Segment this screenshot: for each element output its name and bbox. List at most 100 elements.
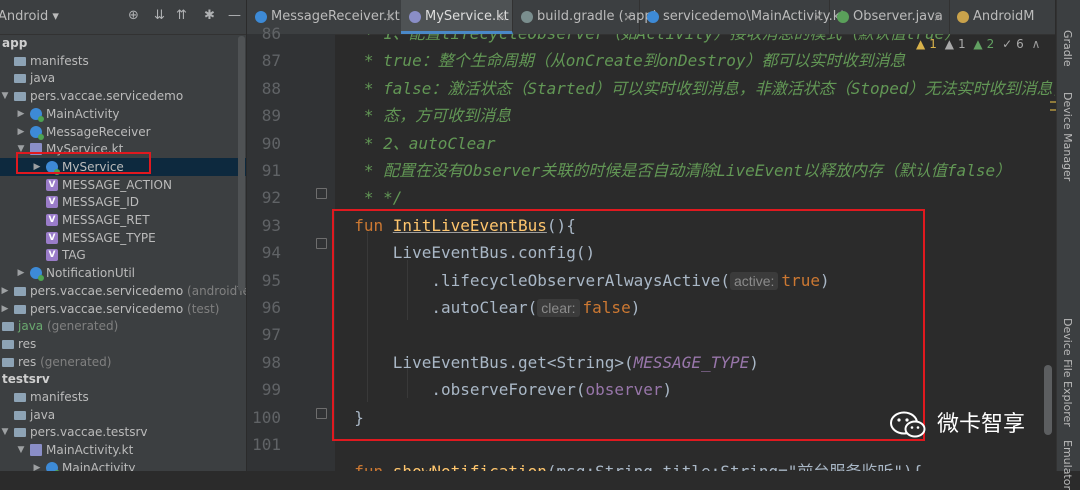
tree-item-label: MESSAGE_ACTION [62, 177, 172, 192]
chevron-down-icon[interactable]: ▼ [16, 441, 26, 459]
gear-icon[interactable]: ✱ [204, 8, 215, 24]
tree-item[interactable]: ▶ MessageReceiver [0, 123, 246, 141]
tree-item[interactable]: testsrv [0, 370, 246, 388]
tree-item-label: TAG [62, 248, 86, 263]
kotlin-file-icon [409, 11, 421, 23]
chevron-down-icon[interactable]: ▼ [0, 87, 10, 105]
fold-marker-icon[interactable] [316, 237, 327, 249]
editor-tabs: MessageReceiver.kt × MyService.kt × build.gr… [247, 0, 1055, 35]
editor-tab[interactable]: servicedemo\MainActivity.kt × [639, 0, 845, 34]
chevron-up-icon[interactable]: ∧ [1032, 37, 1041, 51]
tree-item[interactable]: ▼ pers.vaccae.testsrv [0, 423, 246, 441]
line-number: 86 [261, 24, 281, 43]
expand-all-icon[interactable]: ⇈ [176, 8, 187, 24]
tool-window-emulator[interactable]: Emulator [1061, 440, 1074, 490]
line-number: 95 [261, 270, 281, 290]
kotlin-class-icon [46, 461, 60, 471]
kotlin-class-icon [30, 267, 44, 282]
tree-item[interactable]: V MESSAGE_ID [0, 193, 246, 211]
line-number: 94 [261, 243, 281, 263]
highlight-box-init-function [332, 209, 925, 441]
line-number: 91 [261, 161, 281, 180]
tree-item[interactable]: manifests [0, 52, 246, 70]
editor-tab[interactable]: build.gradle (:app) × [513, 0, 658, 34]
tree-item[interactable]: V TAG [0, 246, 246, 264]
project-view-selector[interactable]: Android ▾ [0, 9, 59, 24]
tree-item[interactable]: ▶ pers.vaccae.servicedemo (test) [0, 300, 246, 318]
tree-item[interactable]: V MESSAGE_TYPE [0, 229, 246, 247]
line-number: 88 [261, 78, 281, 98]
close-icon[interactable]: × [497, 0, 507, 34]
globe-icon[interactable]: ⊕ [128, 8, 139, 24]
editor-tab[interactable]: Observer.java × [829, 0, 950, 34]
tree-item[interactable]: ▼ pers.vaccae.servicedemo [0, 87, 246, 105]
folder-icon [14, 393, 26, 402]
editor-scrollbar-thumb[interactable] [1044, 365, 1052, 435]
inspection-widget[interactable]: ▲ 1 ▲ 1 ▲ 2 ✓ 6 ∧ [916, 34, 1056, 54]
folder-icon [14, 410, 26, 420]
android-file-icon [957, 11, 969, 23]
tree-item-label: MESSAGE_ID [62, 195, 140, 210]
chevron-right-icon[interactable]: ▶ [0, 282, 10, 300]
fold-marker-icon[interactable] [316, 188, 327, 200]
collapse-all-icon[interactable]: ⇊ [154, 8, 165, 24]
tool-window-device-file-explorer[interactable]: Device File Explorer [1061, 318, 1074, 427]
kotlin-file-icon [30, 444, 42, 457]
tree-item[interactable]: ▶ MainActivity [0, 105, 246, 123]
weak-warning-icon: ▲ [916, 37, 926, 51]
editor-tab[interactable]: MyService.kt × [401, 0, 513, 34]
tree-item[interactable]: manifests [0, 388, 246, 406]
tree-item-label: MainActivity [46, 106, 120, 121]
editor-tab-label: AndroidM [973, 9, 1035, 24]
warning-icon: ▲ [944, 37, 954, 51]
property-icon: V [46, 178, 58, 191]
tree-item[interactable]: ▶ NotificationUtil [0, 264, 246, 282]
tree-item[interactable]: V MESSAGE_RET [0, 211, 246, 229]
gradle-elephant-icon [521, 11, 533, 23]
tree-item[interactable]: ▼ MainActivity.kt [0, 441, 246, 459]
line-number: 98 [261, 352, 281, 372]
editor-tab[interactable]: AndroidM [949, 0, 1055, 34]
property-icon: V [46, 249, 58, 262]
tree-item[interactable]: java [0, 406, 246, 424]
chevron-right-icon[interactable]: ▶ [32, 459, 42, 471]
tree-item-label: MESSAGE_RET [62, 213, 150, 227]
tree-item-label: pers.vaccae.servicedemo [30, 89, 184, 104]
close-icon[interactable]: × [623, 0, 633, 34]
fold-marker-icon[interactable] [316, 407, 327, 419]
tree-item[interactable]: res [0, 335, 246, 353]
chevron-right-icon[interactable]: ▶ [16, 123, 26, 141]
chevron-right-icon[interactable]: ▶ [16, 105, 26, 123]
weak-warning-count: 1 [929, 37, 937, 51]
close-icon[interactable]: × [813, 0, 823, 34]
tool-window-device-manager[interactable]: Device Manager [1061, 92, 1074, 181]
chevron-right-icon[interactable]: ▶ [16, 264, 26, 282]
line-number: 99 [261, 380, 281, 400]
tree-item-label: app [2, 36, 28, 50]
code-line: * false：激活状态（Started）可以实时收到消息，非激活状态（Stop… [363, 78, 1055, 98]
project-scrollbar[interactable] [238, 36, 245, 291]
tree-item[interactable]: java (generated) [0, 317, 246, 335]
folder-icon [2, 322, 14, 332]
tree-item[interactable]: V MESSAGE_ACTION [0, 176, 246, 194]
chevron-right-icon[interactable]: ▶ [0, 300, 10, 318]
tree-item[interactable]: ▶ MainActivity [0, 459, 246, 471]
close-icon[interactable]: × [933, 0, 943, 34]
chevron-down-icon[interactable]: ▼ [0, 423, 10, 441]
tree-item[interactable]: app [0, 34, 246, 52]
line-number: 100 [252, 407, 281, 427]
hide-icon[interactable]: — [228, 8, 241, 24]
editor-gutter: 86 87 88 89 90 91 92 93 94 95 96 97 98 99 100 101 [247, 24, 335, 471]
tree-item-label: MESSAGE_TYPE [62, 230, 156, 245]
tree-item[interactable]: res (generated) [0, 353, 246, 371]
close-icon[interactable]: × [385, 0, 395, 34]
tree-item-label: pers.vaccae.servicedemo (test) [30, 301, 220, 316]
code-line: * 配置在没有Observer关联的时候是否自动清除LiveEvent以释放内存… [335, 161, 1012, 180]
tree-item[interactable]: java [0, 69, 246, 87]
tree-item-label: res (generated) [18, 354, 112, 369]
tool-window-gradle[interactable]: Gradle [1061, 30, 1074, 67]
folder-icon [2, 339, 14, 349]
package-icon [14, 92, 26, 102]
tree-item[interactable]: ▶ pers.vaccae.servicedemo (androidTest) [0, 282, 246, 300]
ok-icon: ▲ [973, 37, 983, 51]
